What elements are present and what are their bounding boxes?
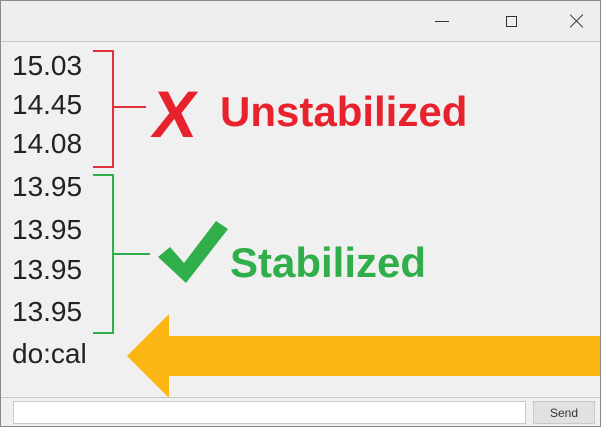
message-input[interactable] xyxy=(13,401,526,424)
unstabilized-bracket xyxy=(93,50,114,168)
close-icon xyxy=(570,14,584,28)
close-button[interactable] xyxy=(554,1,600,41)
output-line: 14.45 xyxy=(12,89,83,120)
command-line: do:cal xyxy=(12,338,87,369)
unstabilized-connector xyxy=(114,106,146,108)
output-line: 15.03 xyxy=(12,50,83,81)
minimize-icon xyxy=(435,20,449,22)
title-bar xyxy=(1,1,600,41)
left-arrow-icon xyxy=(127,314,600,398)
output-line: 13.95 xyxy=(12,296,83,327)
minimize-button[interactable] xyxy=(419,1,465,41)
send-button[interactable]: Send xyxy=(533,401,595,424)
output-line: 13.95 xyxy=(12,171,83,202)
maximize-icon xyxy=(505,15,517,27)
output-line: 14.08 xyxy=(12,128,83,159)
serial-monitor-window: 15.03 14.45 14.08 13.95 13.95 13.95 13.9… xyxy=(0,0,601,427)
input-bar: Send xyxy=(1,397,600,426)
output-line: 13.95 xyxy=(12,214,83,245)
unstabilized-label: Unstabilized xyxy=(220,88,468,135)
output-line: 13.95 xyxy=(12,254,83,285)
cross-mark-icon: X xyxy=(147,77,203,151)
stabilized-bracket xyxy=(93,174,114,334)
stabilized-label: Stabilized xyxy=(230,239,427,286)
stabilized-connector xyxy=(114,253,150,255)
output-area: 15.03 14.45 14.08 13.95 13.95 13.95 13.9… xyxy=(1,41,600,398)
maximize-button[interactable] xyxy=(488,1,534,41)
check-mark-icon xyxy=(158,221,228,283)
